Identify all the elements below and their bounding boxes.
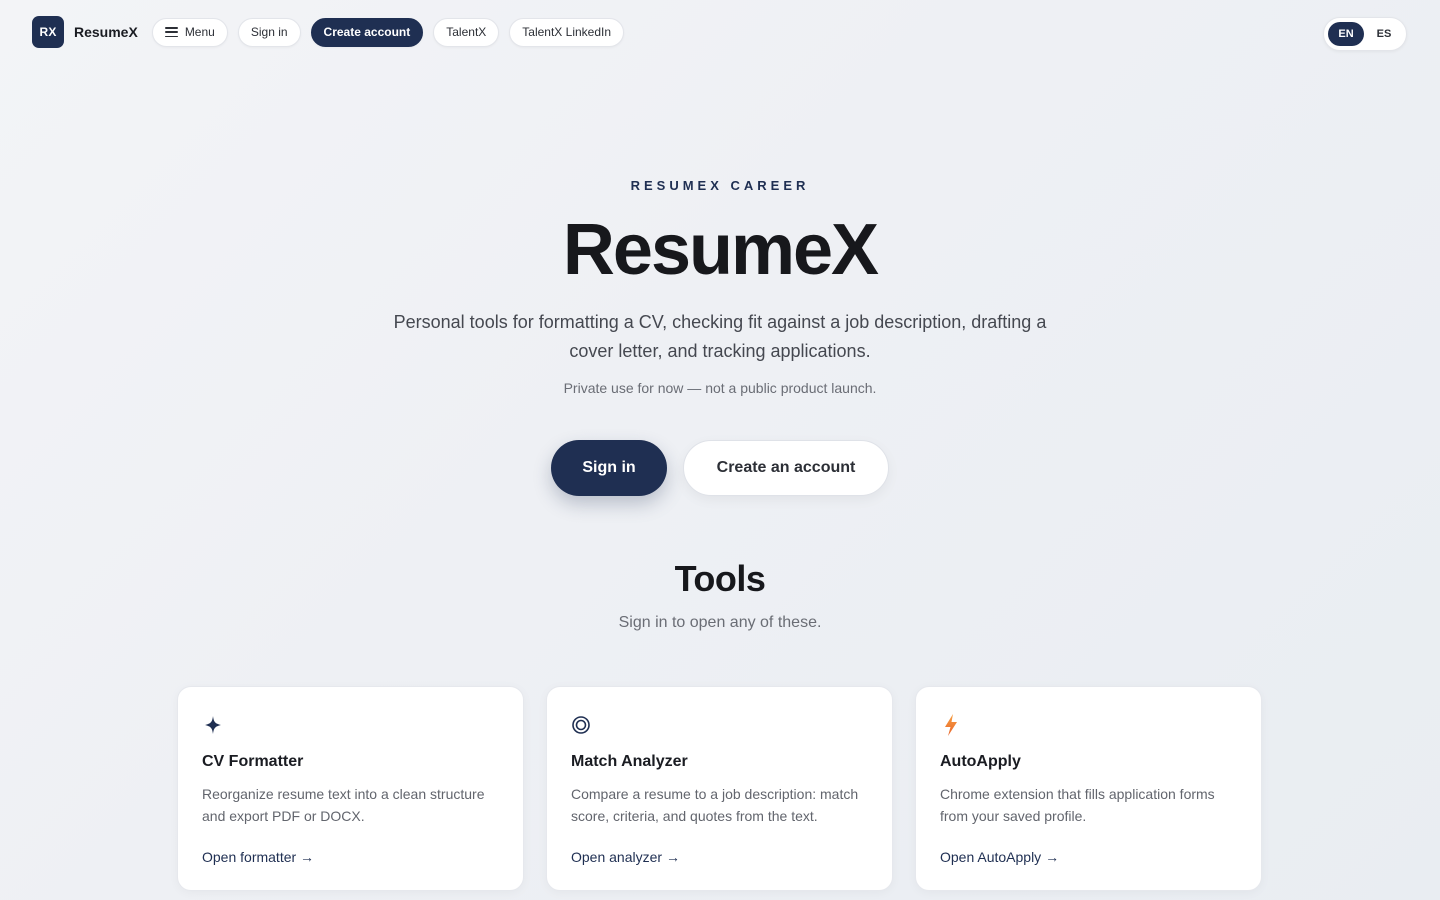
hero-note: Private use for now — not a public produ… [563, 380, 877, 396]
tool-card-autoapply[interactable]: AutoApply Chrome extension that fills ap… [915, 686, 1262, 891]
open-analyzer-link[interactable]: Open analyzer → [571, 849, 680, 865]
open-formatter-link[interactable]: Open formatter → [202, 849, 314, 865]
sign-in-button[interactable]: Sign in [551, 440, 667, 496]
tools-subtitle: Sign in to open any of these. [618, 614, 822, 631]
hamburger-icon [164, 27, 178, 37]
hero-description: Personal tools for formatting a CV, chec… [393, 312, 1047, 361]
nav-sign-in-button[interactable]: Sign in [237, 17, 301, 47]
nav-create-account-button[interactable]: Create account [310, 17, 424, 47]
tools-title: Tools [674, 558, 766, 599]
language-option-en[interactable]: EN [1328, 22, 1364, 46]
target-icon [572, 716, 590, 734]
top-nav: RX ResumeX Menu Sign in Create account T… [32, 16, 625, 48]
language-switcher: EN ES [1323, 17, 1407, 51]
menu-button[interactable]: Menu [151, 17, 228, 47]
logo-badge[interactable]: RX [32, 16, 64, 48]
hero-eyebrow: RESUMEX CAREER [630, 178, 810, 193]
language-option-es[interactable]: ES [1366, 22, 1402, 46]
tool-card-description: Chrome extension that fills application … [940, 786, 1215, 824]
tools-grid: CV Formatter Reorganize resume text into… [177, 686, 1262, 891]
nav-talentx-link[interactable]: TalentX [433, 17, 500, 47]
create-account-button[interactable]: Create an account [683, 440, 889, 496]
nav-talentx-linkedin-link[interactable]: TalentX LinkedIn [509, 17, 625, 47]
tool-card-cv-formatter[interactable]: CV Formatter Reorganize resume text into… [177, 686, 524, 891]
tool-card-description: Reorganize resume text into a clean stru… [202, 786, 485, 824]
sparkle-icon [205, 716, 221, 734]
menu-label: Menu [184, 25, 215, 39]
tool-card-description: Compare a resume to a job description: m… [571, 786, 859, 824]
hero-title: ResumeX [562, 210, 879, 290]
tool-card-title: CV Formatter [202, 753, 304, 770]
open-autoapply-link[interactable]: Open AutoApply → [940, 849, 1059, 865]
lightning-icon [945, 714, 957, 736]
tool-card-title: Match Analyzer [571, 753, 688, 770]
tool-card-match-analyzer[interactable]: Match Analyzer Compare a resume to a job… [546, 686, 893, 891]
hero-cta-row: Sign in Create an account [0, 440, 1440, 496]
logo-text[interactable]: ResumeX [74, 24, 138, 40]
tool-card-title: AutoApply [940, 753, 1021, 770]
